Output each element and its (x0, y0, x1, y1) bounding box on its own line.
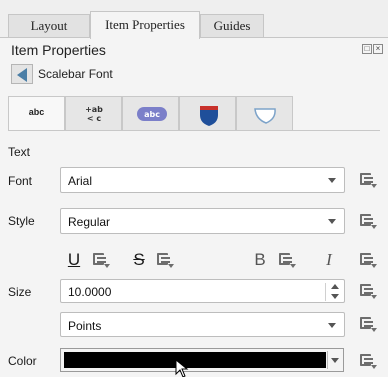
data-defined-override-icon[interactable] (358, 212, 378, 230)
item-name-label: Scalebar Font (38, 67, 113, 81)
tab-guides[interactable]: Guides (200, 14, 264, 38)
color-button-separator (327, 351, 328, 369)
data-defined-override-icon[interactable] (358, 282, 378, 300)
size-spinbox[interactable]: 10.0000 (60, 279, 345, 303)
tab-item-properties[interactable]: Item Properties (90, 11, 200, 39)
color-label: Color (8, 354, 37, 368)
chevron-down-icon (328, 219, 336, 224)
font-value: Arial (68, 174, 93, 188)
svg-text:+ab: +ab (85, 105, 103, 114)
strikeout-button[interactable]: S (128, 249, 150, 271)
top-tab-bar: Layout Item Properties Guides (0, 0, 388, 39)
formatting-tab-icon: +ab < c (85, 105, 103, 123)
text-section-label: Text (8, 145, 31, 159)
data-defined-override-icon[interactable] (358, 315, 378, 333)
data-defined-override-icon[interactable] (91, 251, 111, 269)
tab-text[interactable]: abc (8, 96, 65, 130)
text-tab-icon: abc (28, 107, 45, 117)
chevron-down-icon (328, 323, 336, 328)
background-shield-tab-icon (200, 106, 218, 126)
float-icon[interactable]: □ (362, 44, 372, 54)
size-value: 10.0000 (68, 285, 112, 299)
size-label: Size (8, 285, 32, 299)
close-icon[interactable]: × (373, 44, 383, 54)
size-unit-value: Points (68, 319, 102, 333)
tab-shadow[interactable] (236, 96, 293, 130)
tab-guides-label: Guides (213, 18, 251, 33)
subtab-divider (8, 130, 380, 131)
dock-buttons: □ × (362, 44, 383, 54)
data-defined-override-icon[interactable] (277, 251, 297, 269)
bold-button[interactable]: B (249, 249, 271, 271)
text-format-tabs: abc +ab < c abc (8, 96, 383, 130)
data-defined-override-icon[interactable] (358, 352, 378, 370)
tab-formatting[interactable]: +ab < c (65, 96, 122, 130)
data-defined-override-icon[interactable] (358, 251, 378, 269)
tab-layout-label: Layout (30, 18, 68, 33)
size-unit-combo[interactable]: Points (60, 312, 345, 337)
tab-buffer[interactable]: abc (122, 96, 179, 130)
tab-item-properties-label: Item Properties (105, 17, 185, 32)
svg-text:abc: abc (144, 110, 160, 119)
layout-panel-window: Layout Item Properties Guides Item Prope… (0, 0, 388, 377)
chevron-down-icon (328, 178, 336, 183)
chevron-down-icon[interactable] (331, 358, 339, 363)
font-label: Font (8, 174, 33, 188)
panel-title: Item Properties (11, 42, 106, 58)
style-combo[interactable]: Regular (60, 208, 345, 234)
svg-text:< c: < c (87, 114, 101, 123)
back-arrow-icon (17, 68, 27, 82)
back-button[interactable] (11, 64, 33, 84)
spin-down-icon[interactable] (331, 294, 339, 299)
color-swatch (64, 352, 326, 368)
spin-up-icon[interactable] (331, 284, 339, 289)
color-button[interactable] (60, 348, 344, 372)
underline-button[interactable]: U (63, 249, 85, 271)
data-defined-override-icon[interactable] (155, 251, 175, 269)
style-label: Style (8, 214, 35, 228)
shadow-tab-icon (254, 108, 276, 124)
mouse-cursor-icon (175, 359, 189, 377)
buffer-tab-icon: abc (137, 107, 167, 121)
spin-separator (325, 283, 326, 301)
tab-layout[interactable]: Layout (8, 14, 90, 38)
spin-buttons[interactable] (330, 283, 340, 301)
data-defined-override-icon[interactable] (358, 171, 378, 189)
font-combo[interactable]: Arial (60, 167, 345, 193)
style-value: Regular (68, 215, 111, 229)
tab-background[interactable] (179, 96, 236, 130)
italic-button[interactable]: I (318, 249, 340, 271)
